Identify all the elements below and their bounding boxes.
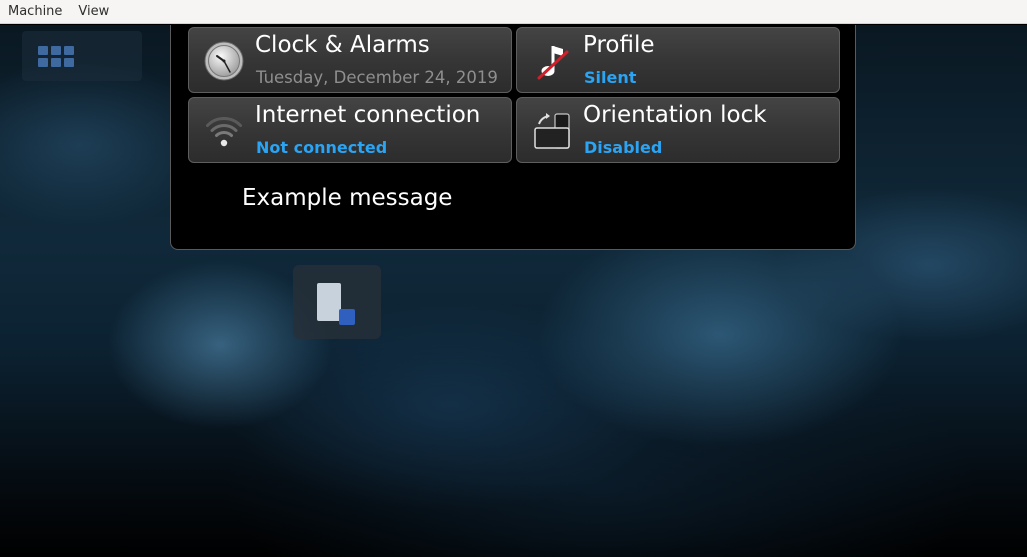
internet-connection-status: Not connected	[256, 138, 388, 157]
profile-title: Profile	[583, 32, 655, 58]
orientation-icon	[534, 113, 570, 149]
clock-alarms-tile[interactable]: Clock & Alarms Tuesday, December 24, 201…	[188, 27, 512, 93]
desktop-app-icon[interactable]	[22, 31, 142, 81]
status-menu-panel: Clock & Alarms Tuesday, December 24, 201…	[170, 25, 856, 250]
profile-status: Silent	[584, 68, 637, 87]
profile-tile[interactable]: Profile Silent	[516, 27, 840, 93]
orientation-lock-title: Orientation lock	[583, 102, 767, 128]
orientation-lock-status: Disabled	[584, 138, 663, 157]
device-screen: Clock & Alarms Tuesday, December 24, 201…	[0, 25, 1027, 557]
internet-connection-tile[interactable]: Internet connection Not connected	[188, 97, 512, 163]
menu-view[interactable]: View	[70, 0, 117, 24]
wifi-icon	[206, 117, 242, 147]
menubar: Machine View	[0, 0, 1027, 24]
clock-icon	[204, 41, 244, 81]
orientation-lock-tile[interactable]: Orientation lock Disabled	[516, 97, 840, 163]
desktop-document-icon[interactable]	[293, 265, 381, 339]
example-message: Example message	[242, 185, 453, 211]
clock-alarms-title: Clock & Alarms	[255, 32, 430, 58]
menu-machine[interactable]: Machine	[0, 0, 70, 24]
silent-profile-icon	[537, 46, 569, 80]
current-date: Tuesday, December 24, 2019	[256, 68, 498, 87]
internet-connection-title: Internet connection	[255, 102, 481, 128]
